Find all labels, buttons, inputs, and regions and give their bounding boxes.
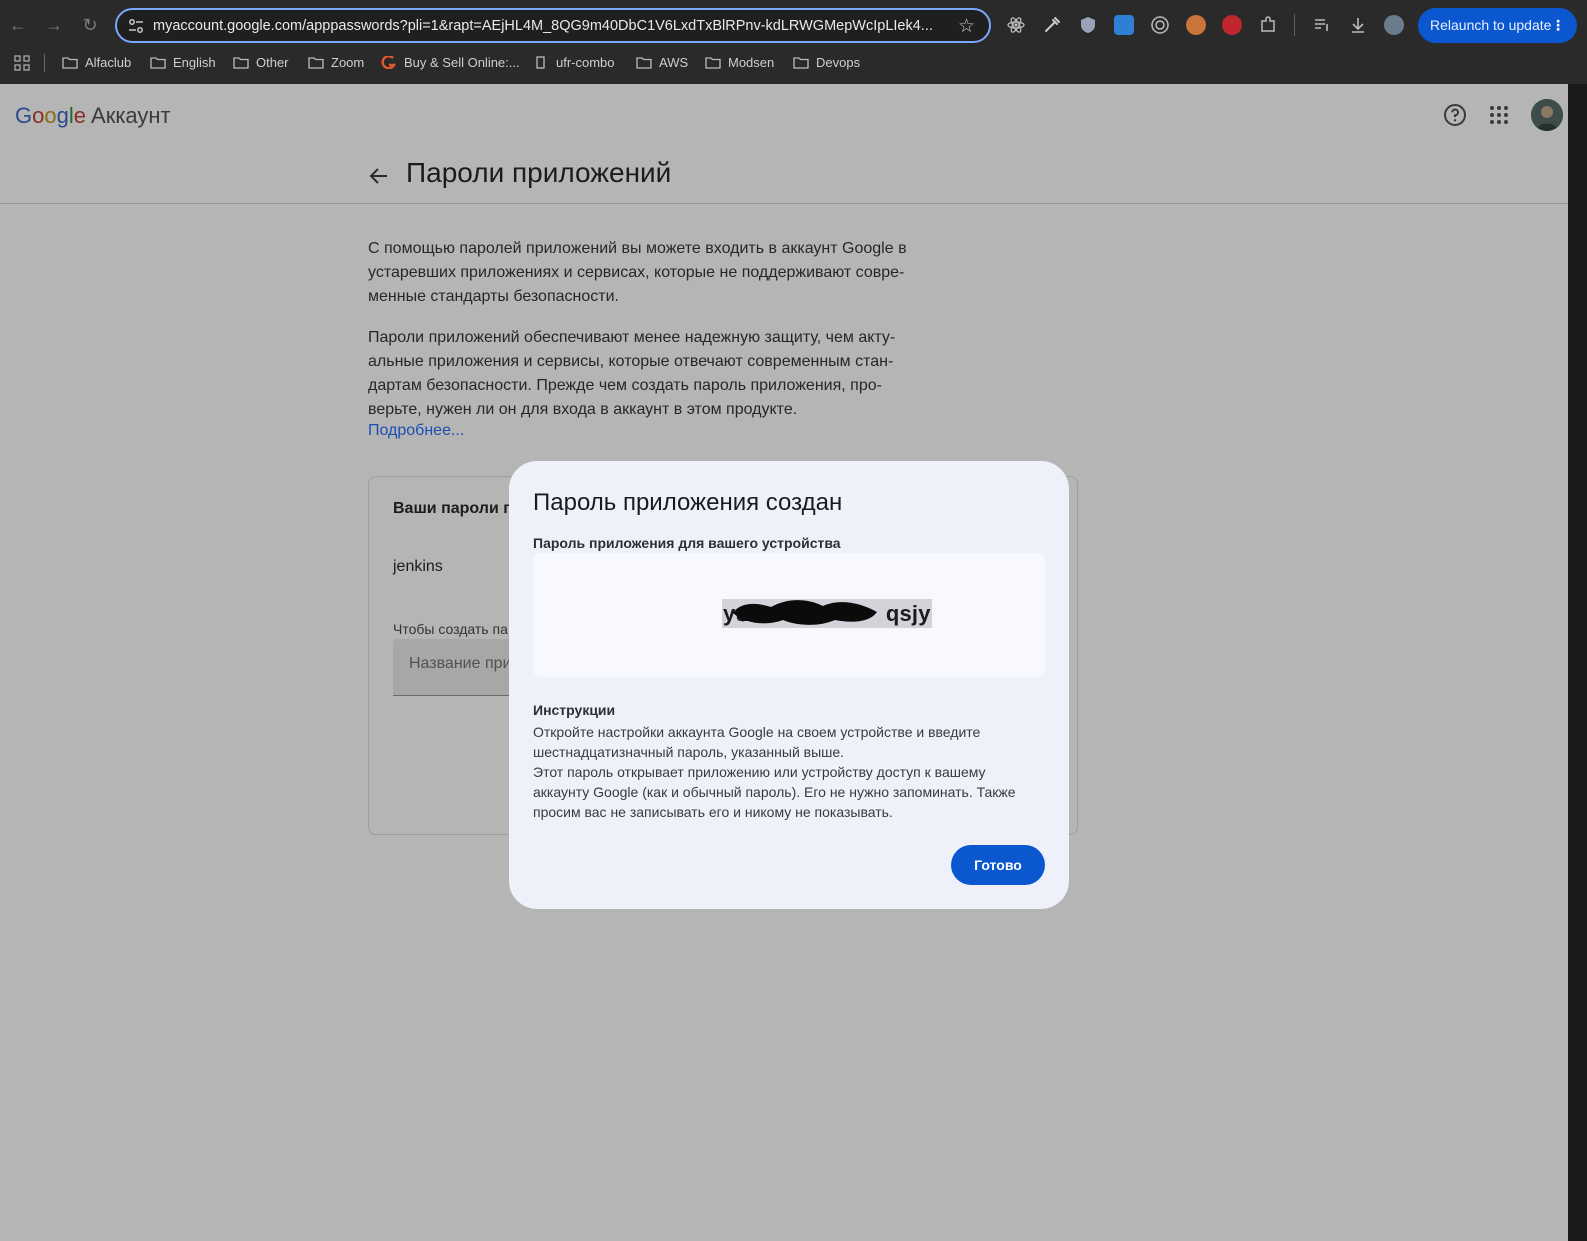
dialog-title: Пароль приложения создан	[533, 489, 843, 516]
logo-letter: g	[56, 103, 69, 128]
bookmark-label: Zoom	[331, 55, 365, 70]
create-hint: Чтобы создать па	[393, 621, 508, 637]
relaunch-label: Relaunch to update	[1430, 17, 1552, 33]
warning-paragraph: Пароли приложений обеспечивают менее над…	[368, 326, 928, 422]
more-menu-icon[interactable]: ⋮	[1551, 8, 1565, 43]
page-icon	[536, 56, 545, 69]
relaunch-update-button[interactable]: Relaunch to update ⋮	[1418, 8, 1577, 43]
profile-avatar-icon[interactable]	[1384, 15, 1404, 35]
reload-icon[interactable]: ↻	[78, 13, 102, 37]
done-button[interactable]: Готово	[951, 845, 1045, 885]
account-avatar[interactable]	[1531, 99, 1563, 131]
instructions-line: Этот пароль открывает приложению или уст…	[533, 764, 986, 780]
address-bar[interactable]: myaccount.google.com/apppasswords?pli=1&…	[115, 8, 991, 43]
bookmark-folder-english[interactable]: English	[150, 54, 216, 72]
bookmark-label: Alfaclub	[85, 55, 132, 70]
product-name: Аккаунт	[91, 103, 171, 128]
url-text[interactable]: myaccount.google.com/apppasswords?pli=1&…	[153, 18, 943, 34]
instructions-line: просим вас не записывать его и никому не…	[533, 804, 893, 820]
bookmark-label: Other	[256, 55, 289, 70]
bookmark-label: Modsen	[728, 55, 775, 70]
bookmark-star-icon[interactable]: ☆	[958, 15, 975, 38]
shield-extension-icon[interactable]	[1078, 15, 1098, 35]
redaction-scribble	[733, 600, 877, 625]
paragraph-line: Пароли приложений обеспечивают менее над…	[368, 329, 896, 346]
folder-icon	[705, 57, 721, 69]
card-title: Ваши пароли п	[393, 500, 513, 517]
help-icon[interactable]	[1443, 103, 1467, 127]
adjacent-window-edge	[1568, 84, 1587, 1241]
learn-more-link[interactable]: Подробнее...	[368, 419, 464, 443]
instructions-line: шестнадцатизначный пароль, указанный выш…	[533, 744, 845, 760]
avatar-photo-icon	[1531, 99, 1563, 131]
header-divider	[0, 203, 1568, 204]
instructions-text: Откройте настройки аккаунта Google на св…	[533, 722, 1048, 822]
bookmark-label: ufr-combo	[556, 55, 615, 70]
paragraph-line: устаревших приложениях и сервисах, котор…	[368, 264, 905, 281]
instructions-line: Откройте настройки аккаунта Google на св…	[533, 724, 981, 740]
password-box: yu qsjy	[533, 553, 1045, 677]
paragraph-line: альные приложения и сервисы, которые отв…	[368, 353, 894, 370]
bookmark-folder-modsen[interactable]: Modsen	[705, 54, 774, 72]
bookmark-label: Buy & Sell Online:...	[404, 55, 520, 70]
bookmark-label: English	[173, 55, 216, 70]
color-picker-icon[interactable]	[1042, 15, 1062, 35]
bookmark-label: Devops	[816, 55, 861, 70]
bookmarks-separator	[44, 54, 45, 72]
password-label: Пароль приложения для вашего устройства	[533, 535, 841, 551]
intro-paragraph: С помощью паролей приложений вы можете в…	[368, 237, 928, 309]
toolbar-separator	[1294, 14, 1295, 36]
bookmark-folder-devops[interactable]: Devops	[793, 54, 860, 72]
bookmark-folder-aws[interactable]: AWS	[636, 54, 688, 72]
adblock-icon[interactable]	[1222, 15, 1242, 35]
logo-letter: o	[44, 103, 57, 128]
logo-letter: e	[73, 103, 87, 128]
logo-letter: o	[32, 103, 45, 128]
download-icon[interactable]	[1348, 15, 1368, 35]
back-arrow-icon[interactable]	[367, 164, 391, 188]
folder-icon	[233, 57, 249, 69]
bookmark-label: AWS	[659, 55, 689, 70]
paragraph-line: С помощью паролей приложений вы можете в…	[368, 240, 907, 257]
folder-icon	[308, 57, 324, 69]
react-devtools-icon[interactable]	[1006, 15, 1026, 35]
folder-icon	[636, 57, 652, 69]
paragraph-line: менные стандарты безопасности.	[368, 288, 619, 305]
site-info-icon[interactable]	[127, 17, 145, 35]
folder-icon	[62, 57, 78, 69]
translate-extension-icon[interactable]	[1114, 15, 1134, 35]
bookmark-folder-zoom[interactable]: Zoom	[308, 54, 364, 72]
page-title: Пароли приложений	[406, 157, 672, 188]
paragraph-line: дартам безопасности. Прежде чем создать …	[368, 377, 882, 394]
extensions-puzzle-icon[interactable]	[1258, 15, 1278, 35]
google-apps-icon[interactable]	[1487, 103, 1511, 127]
app-password-item[interactable]: jenkins	[393, 558, 443, 576]
character-extension-icon[interactable]	[1186, 15, 1206, 35]
logo-letter: G	[15, 103, 33, 128]
instructions-line: аккаунту Google (как и обычный пароль). …	[533, 784, 1016, 800]
bookmark-buy-sell[interactable]: Buy & Sell Online:...	[381, 54, 520, 72]
back-nav-icon[interactable]: ←	[6, 13, 30, 37]
bookmark-folder-other[interactable]: Other	[233, 54, 289, 72]
media-queue-icon[interactable]	[1312, 15, 1332, 35]
instructions-heading: Инструкции	[533, 702, 616, 718]
forward-nav-icon[interactable]: →	[42, 13, 66, 37]
folder-icon	[793, 57, 809, 69]
apps-grid-icon[interactable]	[14, 55, 30, 71]
bookmark-folder-alfaclub[interactable]: Alfaclub	[62, 54, 131, 72]
folder-icon	[150, 57, 166, 69]
target-extension-icon[interactable]	[1150, 15, 1170, 35]
bookmark-ufr-combo[interactable]: ufr-combo	[533, 54, 615, 72]
site-favicon-icon	[381, 56, 397, 69]
google-account-logo[interactable]: Google Аккаунт	[15, 103, 171, 129]
app-password-created-dialog: Пароль приложения создан Пароль приложен…	[509, 461, 1069, 909]
